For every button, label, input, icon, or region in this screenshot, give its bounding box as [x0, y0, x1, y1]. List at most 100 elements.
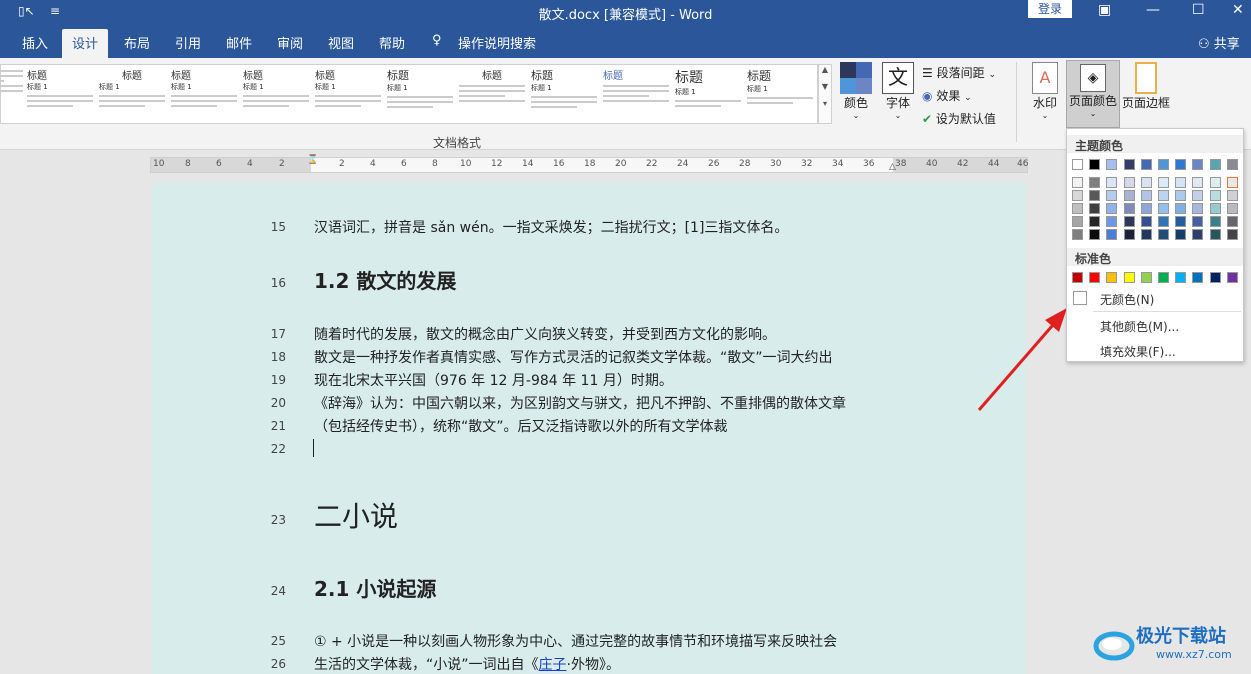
- style-thumb[interactable]: 标题 标题 1: [243, 67, 309, 123]
- standard-color-swatch[interactable]: [1192, 272, 1204, 283]
- theme-shade-swatch[interactable]: [1106, 203, 1118, 214]
- theme-shade-swatch[interactable]: [1123, 177, 1135, 188]
- more-icon[interactable]: ▾: [819, 99, 831, 108]
- style-thumb[interactable]: 标题 标题 1: [387, 67, 453, 123]
- theme-shade-swatch[interactable]: [1072, 203, 1083, 214]
- style-thumb[interactable]: 标题 标题 1: [99, 67, 165, 123]
- theme-shade-swatch[interactable]: [1140, 229, 1152, 240]
- theme-shade-swatch[interactable]: [1175, 203, 1187, 214]
- standard-color-swatch[interactable]: [1175, 272, 1187, 283]
- heading-2[interactable]: 2.1 小说起源: [314, 573, 436, 602]
- paragraph[interactable]: 汉语词汇，拼音是 sǎn wén。一指文采焕发；二指扰行文；[1]三指文体名。: [314, 217, 788, 237]
- theme-color-swatch[interactable]: [1209, 159, 1221, 170]
- paragraph[interactable]: 随着时代的发展，散文的概念由广义向狭义转变，并受到西方文化的影响。: [314, 324, 776, 344]
- theme-shade-swatch[interactable]: [1123, 216, 1135, 227]
- paragraph[interactable]: 现在北宋太平兴国（976 年 12 月-984 年 11 月）时期。: [314, 370, 673, 390]
- theme-color-swatch[interactable]: [1226, 159, 1238, 170]
- minimize-icon[interactable]: —: [1146, 2, 1160, 18]
- theme-shade-swatch[interactable]: [1192, 190, 1204, 201]
- theme-shade-swatch[interactable]: [1226, 177, 1238, 188]
- theme-shade-swatch[interactable]: [1209, 177, 1221, 188]
- theme-shade-swatch[interactable]: [1192, 203, 1204, 214]
- style-thumb[interactable]: 标题: [603, 67, 669, 123]
- effects-button[interactable]: ◉ 效果 ⌄: [922, 87, 972, 104]
- theme-shade-swatch[interactable]: [1072, 229, 1083, 240]
- standard-color-swatch[interactable]: [1089, 272, 1101, 283]
- style-thumb[interactable]: [0, 67, 23, 123]
- theme-color-swatch[interactable]: [1158, 159, 1169, 170]
- heading-1[interactable]: 二小说: [314, 495, 398, 535]
- theme-shade-swatch[interactable]: [1123, 203, 1135, 214]
- tab-references[interactable]: 引用: [175, 33, 201, 52]
- chevron-down-icon[interactable]: ▼: [819, 82, 831, 91]
- theme-shade-swatch[interactable]: [1226, 229, 1238, 240]
- theme-shade-swatch[interactable]: [1140, 177, 1152, 188]
- theme-shade-swatch[interactable]: [1158, 203, 1169, 214]
- paragraph-spacing-button[interactable]: ☰ 段落间距 ⌄: [922, 64, 996, 81]
- theme-shade-swatch[interactable]: [1226, 190, 1238, 201]
- theme-shade-swatch[interactable]: [1175, 177, 1187, 188]
- paragraph[interactable]: 生活的文学体裁，“小说”一词出自《庄子·外物》。: [314, 654, 620, 674]
- watermark-button[interactable]: A 水印 ⌄: [1026, 62, 1064, 120]
- standard-color-swatch[interactable]: [1123, 272, 1135, 283]
- theme-shade-swatch[interactable]: [1209, 229, 1221, 240]
- theme-shade-swatch[interactable]: [1158, 177, 1169, 188]
- theme-color-swatch[interactable]: [1106, 159, 1118, 170]
- gallery-scroll[interactable]: ▲ ▼ ▾: [818, 64, 832, 124]
- theme-shade-swatch[interactable]: [1072, 177, 1083, 188]
- standard-color-swatch[interactable]: [1072, 272, 1083, 283]
- colors-button[interactable]: 颜色 ⌄: [838, 62, 874, 120]
- theme-shade-swatch[interactable]: [1175, 190, 1187, 201]
- theme-shade-swatch[interactable]: [1192, 177, 1204, 188]
- standard-color-swatch[interactable]: [1158, 272, 1169, 283]
- theme-shade-swatch[interactable]: [1106, 229, 1118, 240]
- theme-shade-swatch[interactable]: [1089, 177, 1101, 188]
- theme-shade-swatch[interactable]: [1140, 203, 1152, 214]
- paragraph[interactable]: 散文是一种抒发作者真情实感、写作方式灵活的记叙类文学体裁。“散文”一词大约出: [314, 347, 833, 367]
- theme-shade-swatch[interactable]: [1175, 216, 1187, 227]
- close-icon[interactable]: ✕: [1232, 2, 1244, 18]
- ribbon-display-icon[interactable]: ▣: [1098, 2, 1111, 18]
- theme-color-swatch[interactable]: [1123, 159, 1135, 170]
- hyperlink-zhuangzi[interactable]: 庄子: [539, 657, 567, 673]
- login-button[interactable]: 登录: [1028, 0, 1072, 18]
- heading-2[interactable]: 1.2 散文的发展: [314, 265, 456, 294]
- theme-color-swatch[interactable]: [1175, 159, 1187, 170]
- standard-color-swatch[interactable]: [1106, 272, 1118, 283]
- theme-color-swatch[interactable]: [1089, 159, 1101, 170]
- theme-shade-swatch[interactable]: [1175, 229, 1187, 240]
- tab-help[interactable]: 帮助: [379, 33, 405, 52]
- theme-shade-swatch[interactable]: [1072, 216, 1083, 227]
- theme-shade-swatch[interactable]: [1106, 190, 1118, 201]
- theme-shade-swatch[interactable]: [1089, 203, 1101, 214]
- theme-shade-swatch[interactable]: [1140, 190, 1152, 201]
- tab-view[interactable]: 视图: [328, 33, 354, 52]
- paragraph[interactable]: 《辞海》认为：中国六朝以来，为区别韵文与骈文，把凡不押韵、不重排偶的散体文章: [314, 393, 846, 413]
- theme-shade-swatch[interactable]: [1089, 216, 1101, 227]
- theme-color-swatch[interactable]: [1072, 159, 1083, 170]
- theme-shade-swatch[interactable]: [1072, 190, 1083, 201]
- paragraph[interactable]: （包括经传史书），统称“散文”。后又泛指诗歌以外的所有文学体裁: [314, 416, 728, 436]
- theme-shade-swatch[interactable]: [1226, 203, 1238, 214]
- no-color-swatch[interactable]: [1073, 291, 1087, 305]
- paragraph[interactable]: ① + 小说是一种以刻画人物形象为中心、通过完整的故事情节和环境描写来反映社会: [314, 631, 837, 651]
- style-thumb[interactable]: 标题 标题 1: [747, 67, 813, 123]
- theme-shade-swatch[interactable]: [1089, 229, 1101, 240]
- set-default-button[interactable]: ✔ 设为默认值: [922, 110, 996, 127]
- standard-color-swatch[interactable]: [1226, 272, 1238, 283]
- theme-color-swatch[interactable]: [1192, 159, 1204, 170]
- more-colors-item[interactable]: 其他颜色(M)...: [1100, 318, 1179, 335]
- theme-shade-swatch[interactable]: [1123, 190, 1135, 201]
- style-thumb[interactable]: 标题 标题 1: [315, 67, 381, 123]
- theme-color-swatch[interactable]: [1140, 159, 1152, 170]
- style-thumb[interactable]: 标题: [459, 67, 525, 123]
- theme-shade-swatch[interactable]: [1158, 216, 1169, 227]
- theme-shade-swatch[interactable]: [1106, 216, 1118, 227]
- theme-shade-swatch[interactable]: [1192, 216, 1204, 227]
- tell-me-search[interactable]: 操作说明搜索: [458, 33, 536, 52]
- theme-shade-swatch[interactable]: [1209, 216, 1221, 227]
- style-thumb[interactable]: 标题 标题 1: [171, 67, 237, 123]
- tab-insert[interactable]: 插入: [22, 33, 48, 52]
- tab-review[interactable]: 审阅: [277, 33, 303, 52]
- style-thumb[interactable]: 标题 标题 1: [675, 67, 741, 123]
